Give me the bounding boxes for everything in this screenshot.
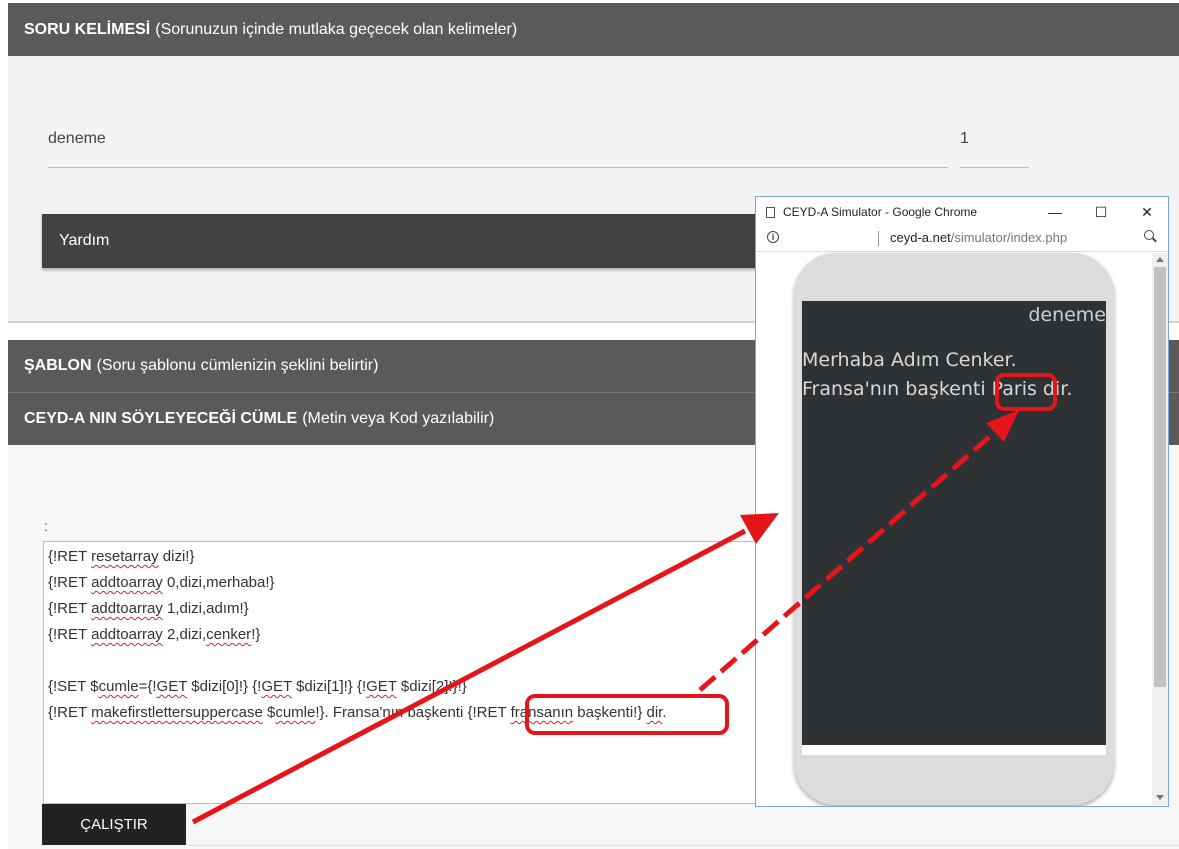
result-arrow-line [698, 430, 997, 692]
code-highlight-box [525, 694, 729, 735]
run-arrow-head-icon [740, 513, 779, 544]
run-arrow-line [191, 528, 747, 825]
answer-highlight-box [995, 373, 1057, 411]
annotation-overlay [191, 373, 1057, 825]
result-arrow-head-icon [986, 410, 1019, 442]
